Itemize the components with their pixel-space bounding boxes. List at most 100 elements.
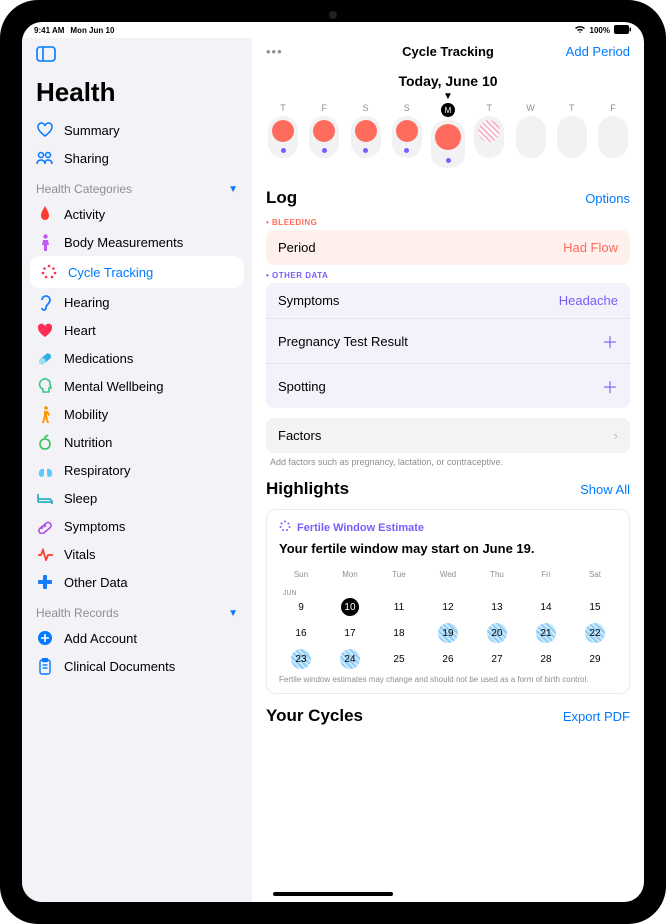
fertile-disclaimer: Fertile window estimates may change and … xyxy=(279,675,617,685)
export-pdf-button[interactable]: Export PDF xyxy=(563,709,630,724)
calendar-day[interactable]: 24 xyxy=(328,649,372,669)
category-icon xyxy=(36,517,54,535)
log-value: Headache xyxy=(559,293,618,308)
calendar-day[interactable]: 11 xyxy=(377,597,421,617)
sidebar: Health Summary Sharing Health Categories… xyxy=(22,38,252,902)
sidebar-item-symptoms[interactable]: Symptoms xyxy=(22,512,252,540)
sidebar-item-medications[interactable]: Medications xyxy=(22,344,252,372)
calendar-day[interactable]: 17 xyxy=(328,623,372,643)
sidebar-label: Clinical Documents xyxy=(64,659,175,674)
section-header-label: Health Categories xyxy=(36,182,132,196)
calendar-day[interactable]: 23 xyxy=(279,649,323,669)
sidebar-item-summary[interactable]: Summary xyxy=(22,116,252,144)
calendar-day[interactable]: 28 xyxy=(524,649,568,669)
calendar-day[interactable]: 14 xyxy=(524,597,568,617)
category-icon xyxy=(36,205,54,223)
calendar-day[interactable]: 15 xyxy=(573,597,617,617)
day-column[interactable]: F xyxy=(596,103,630,168)
weekday-label: Tue xyxy=(377,564,421,584)
show-all-button[interactable]: Show All xyxy=(580,482,630,497)
calendar-day[interactable]: 29 xyxy=(573,649,617,669)
sidebar-item-other-data[interactable]: Other Data xyxy=(22,568,252,596)
day-circle xyxy=(268,116,298,158)
sidebar-item-vitals[interactable]: Vitals xyxy=(22,540,252,568)
battery-text: 100% xyxy=(590,26,610,35)
category-icon xyxy=(36,233,54,251)
add-period-button[interactable]: Add Period xyxy=(566,44,630,59)
weekday-label: Mon xyxy=(328,564,372,584)
plus-icon: ＋ xyxy=(602,329,618,353)
today-marker-icon: ▼ xyxy=(266,93,630,101)
sidebar-item-body-measurements[interactable]: Body Measurements xyxy=(22,228,252,256)
clipboard-icon xyxy=(36,657,54,675)
calendar-day[interactable]: 27 xyxy=(475,649,519,669)
sidebar-item-mental-wellbeing[interactable]: Mental Wellbeing xyxy=(22,372,252,400)
main-content: ••• Cycle Tracking Add Period Today, Jun… xyxy=(252,38,644,902)
category-icon xyxy=(36,461,54,479)
calendar-day[interactable]: 18 xyxy=(377,623,421,643)
day-label: M xyxy=(441,103,455,117)
day-column[interactable]: S xyxy=(349,103,383,168)
calendar-day[interactable]: 12 xyxy=(426,597,470,617)
plus-circle-icon xyxy=(36,629,54,647)
day-column[interactable]: W xyxy=(514,103,548,168)
home-indicator[interactable] xyxy=(273,892,393,896)
sidebar-item-heart[interactable]: Heart xyxy=(22,316,252,344)
weekday-label: Fri xyxy=(524,564,568,584)
more-options-icon[interactable]: ••• xyxy=(266,44,283,59)
sidebar-label: Other Data xyxy=(64,575,128,590)
sidebar-item-mobility[interactable]: Mobility xyxy=(22,400,252,428)
day-column[interactable]: S xyxy=(390,103,424,168)
highlights-title: Highlights xyxy=(266,479,349,499)
calendar-day[interactable]: 19 xyxy=(426,623,470,643)
sidebar-label: Medications xyxy=(64,351,133,366)
sidebar-item-nutrition[interactable]: Nutrition xyxy=(22,428,252,456)
log-row-symptoms[interactable]: Symptoms Headache xyxy=(266,283,630,318)
log-row-spotting[interactable]: Spotting ＋ xyxy=(266,363,630,408)
calendar-day[interactable]: 9 xyxy=(279,597,323,617)
sidebar-item-sharing[interactable]: Sharing xyxy=(22,144,252,172)
fertile-title-label: Fertile Window Estimate xyxy=(297,522,424,534)
day-column[interactable]: T xyxy=(472,103,506,168)
categories-header[interactable]: Health Categories ▼ xyxy=(22,172,252,200)
day-column[interactable]: T xyxy=(266,103,300,168)
sidebar-toggle-icon[interactable] xyxy=(36,49,56,66)
today-label: Today, June 10 xyxy=(266,73,630,89)
sidebar-label: Mobility xyxy=(64,407,108,422)
log-label: Period xyxy=(278,240,316,255)
sidebar-label: Respiratory xyxy=(64,463,130,478)
day-column[interactable]: F xyxy=(307,103,341,168)
calendar-day[interactable]: 25 xyxy=(377,649,421,669)
log-row-pregnancy-test[interactable]: Pregnancy Test Result ＋ xyxy=(266,318,630,363)
day-strip[interactable]: TFSSMTWTF xyxy=(266,103,630,168)
sidebar-item-clinical-docs[interactable]: Clinical Documents xyxy=(22,652,252,680)
category-icon xyxy=(36,405,54,423)
calendar-day[interactable]: 22 xyxy=(573,623,617,643)
log-label: Pregnancy Test Result xyxy=(278,334,408,349)
sidebar-label: Activity xyxy=(64,207,105,222)
sidebar-label: Body Measurements xyxy=(64,235,183,250)
calendar-day[interactable]: 20 xyxy=(475,623,519,643)
day-column[interactable]: M xyxy=(431,103,465,168)
calendar-day[interactable]: 16 xyxy=(279,623,323,643)
calendar-day[interactable]: 13 xyxy=(475,597,519,617)
calendar-day[interactable]: 10 xyxy=(328,597,372,617)
records-header[interactable]: Health Records ▼ xyxy=(22,596,252,624)
fertile-window-card[interactable]: Fertile Window Estimate Your fertile win… xyxy=(266,509,630,694)
sidebar-item-activity[interactable]: Activity xyxy=(22,200,252,228)
day-column[interactable]: T xyxy=(555,103,589,168)
log-options-button[interactable]: Options xyxy=(585,191,630,206)
sidebar-item-cycle-tracking[interactable]: Cycle Tracking xyxy=(30,256,244,288)
log-row-factors[interactable]: Factors › xyxy=(266,418,630,453)
sidebar-item-respiratory[interactable]: Respiratory xyxy=(22,456,252,484)
log-label: Spotting xyxy=(278,379,326,394)
calendar-day[interactable]: 26 xyxy=(426,649,470,669)
sidebar-item-sleep[interactable]: Sleep xyxy=(22,484,252,512)
sidebar-item-hearing[interactable]: Hearing xyxy=(22,288,252,316)
day-circle xyxy=(557,116,587,158)
sidebar-item-add-account[interactable]: Add Account xyxy=(22,624,252,652)
log-row-period[interactable]: Period Had Flow xyxy=(266,230,630,265)
calendar-day[interactable]: 21 xyxy=(524,623,568,643)
day-label: S xyxy=(404,103,410,113)
sidebar-label: Cycle Tracking xyxy=(68,265,153,280)
